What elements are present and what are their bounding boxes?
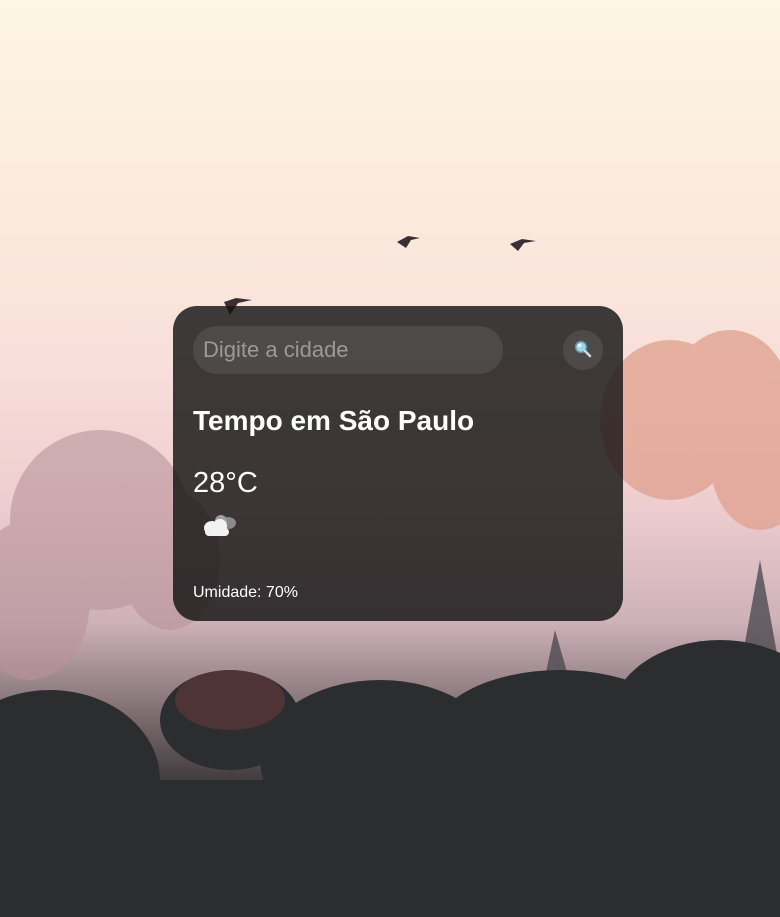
temperature-value: 28°C bbox=[193, 467, 258, 499]
magnifier-icon bbox=[572, 338, 594, 363]
search-button[interactable] bbox=[563, 330, 603, 370]
weather-card: Tempo em São Paulo 28°C Umidade: 70% bbox=[173, 306, 623, 621]
cloud-icon bbox=[199, 512, 239, 540]
city-title: Tempo em São Paulo bbox=[193, 405, 475, 436]
search-row bbox=[193, 326, 603, 374]
city-search-input[interactable] bbox=[193, 326, 503, 374]
humidity-text: Umidade: 70% bbox=[193, 584, 298, 601]
